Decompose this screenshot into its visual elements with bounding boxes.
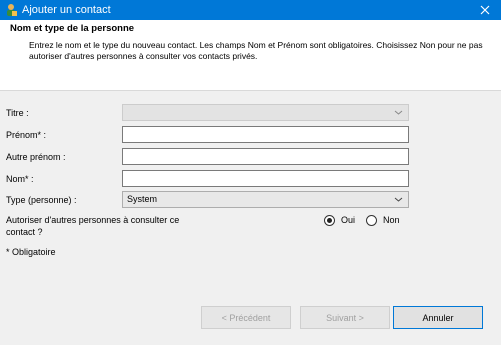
header-description: Entrez le nom et le type du nouveau cont… — [29, 40, 483, 61]
type-label: Type (personne) : — [6, 195, 77, 205]
authorize-label: Autoriser d'autres personnes à consulter… — [6, 215, 180, 237]
oui-radio[interactable] — [324, 215, 335, 226]
non-radio[interactable] — [366, 215, 377, 226]
wizard-header: Nom et type de la personne Entrez le nom… — [0, 20, 501, 91]
oui-label[interactable]: Oui — [341, 215, 355, 225]
chevron-down-icon — [394, 110, 403, 115]
autre-prenom-label: Autre prénom : — [6, 152, 66, 162]
nom-label: Nom* : — [6, 174, 34, 184]
header-title: Nom et type de la personne — [10, 23, 135, 34]
close-icon — [480, 5, 490, 15]
nom-field[interactable] — [122, 170, 409, 187]
titre-select[interactable] — [122, 104, 409, 121]
close-button[interactable] — [469, 0, 501, 20]
contact-person-icon — [7, 4, 17, 16]
non-label[interactable]: Non — [383, 215, 400, 225]
required-note: * Obligatoire — [6, 247, 56, 257]
prenom-field[interactable] — [122, 126, 409, 143]
autre-prenom-field[interactable] — [122, 148, 409, 165]
prenom-label: Prénom* : — [6, 130, 47, 140]
chevron-down-icon — [394, 197, 403, 202]
window-title: Ajouter un contact — [22, 4, 111, 16]
titre-label: Titre : — [6, 108, 29, 118]
previous-button[interactable]: < Précédent — [201, 306, 291, 329]
title-bar[interactable]: Ajouter un contact — [0, 0, 501, 20]
add-contact-dialog: Ajouter un contact Nom et type de la per… — [0, 0, 501, 345]
type-select[interactable]: System — [122, 191, 409, 208]
next-button[interactable]: Suivant > — [300, 306, 390, 329]
type-value: System — [127, 194, 158, 204]
cancel-button[interactable]: Annuler — [393, 306, 483, 329]
